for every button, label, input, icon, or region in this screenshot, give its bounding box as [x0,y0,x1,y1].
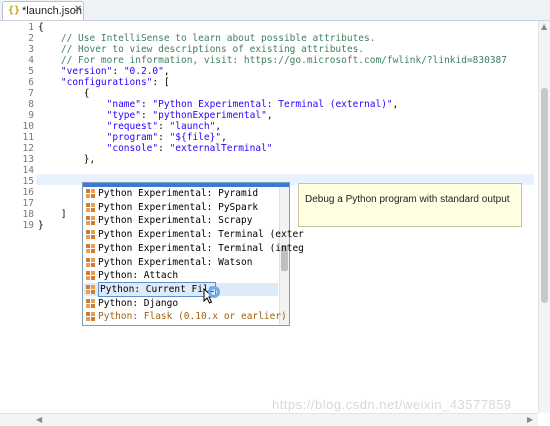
completion-item[interactable]: Python: Flask (0.10.x or earlier) [84,310,287,323]
code-line[interactable]: { [38,88,90,99]
completion-item-label: Python Experimental: Scrapy [98,215,253,227]
code-line[interactable]: } [38,220,44,231]
template-icon [86,298,95,308]
completion-item[interactable]: Python Experimental: Terminal (integ [84,242,304,255]
line-number: 14 [22,165,34,176]
line-number: 17 [22,198,34,209]
completion-item[interactable]: Python Experimental: PySpark [84,201,278,214]
tooltip-text: Debug a Python program with standard out… [305,194,510,205]
line-number: 6 [28,77,34,88]
line-number: 19 [22,220,34,231]
line-number: 11 [22,132,34,143]
line-number: 18 [22,209,34,220]
code-line[interactable]: "console": "externalTerminal" [38,143,273,154]
line-number: 10 [22,121,34,132]
tab-launch-json[interactable]: {} *launch.json ✕ [2,1,84,20]
completion-item-label: Python: Current File [98,281,217,297]
scrollbar-thumb[interactable] [541,88,548,303]
template-icon [86,243,95,253]
scroll-left-icon[interactable]: ◀ [36,415,42,424]
code-line[interactable]: "request": "launch", [38,121,221,132]
line-number: 1 [28,22,34,33]
template-icon [86,312,95,322]
code-line[interactable]: ] [38,209,67,220]
tab-label: *launch.json [22,5,82,17]
completion-item-label: Python Experimental: Terminal (exter [98,229,304,241]
line-number: 5 [28,66,34,77]
template-icon [86,284,95,294]
completion-item-label: Python Experimental: Terminal (integ [98,242,304,254]
code-line[interactable]: }, [38,154,95,165]
completion-item-label: Python: Attach [98,270,179,282]
line-number: 3 [28,44,34,55]
template-icon [86,189,95,198]
close-icon[interactable]: ✕ [74,4,82,15]
completion-item[interactable]: Python Experimental: Scrapy [84,214,278,227]
template-icon [86,271,95,281]
completion-item[interactable]: Python Experimental: Terminal (exter [84,228,304,241]
line-number: 4 [28,55,34,66]
completion-popup[interactable]: Python Experimental: Pyramid Python Exper… [82,182,304,326]
code-line[interactable]: // For more information, visit: https://… [38,55,507,66]
vertical-scrollbar[interactable]: ▲ [538,21,550,413]
code-line[interactable]: "name": "Python Experimental: Terminal (… [38,99,399,110]
line-number: 9 [28,110,34,121]
completion-description-tooltip: Debug a Python program with standard out… [298,183,522,227]
completion-item-label: Python Experimental: Pyramid [98,188,259,199]
completion-item[interactable]: Python: Django [84,297,278,310]
code-line[interactable]: // Hover to view descriptions of existin… [38,44,364,55]
line-number: 15 [22,176,34,187]
template-icon [86,216,95,226]
code-line[interactable]: "type": "pythonExperimental", [38,110,273,121]
template-icon [86,257,95,267]
template-icon [86,202,95,212]
completion-item-label: Python Experimental: PySpark [98,201,259,213]
line-number-gutter: 1 2 3 4 5 6 7 8 9 10 11 12 13 14 15 16 17 18 19 [0,21,36,411]
code-line[interactable]: "configurations": [ [38,77,170,88]
scroll-right-icon[interactable]: ▶ [527,415,533,424]
line-number: 2 [28,33,34,44]
popup-scrollbar[interactable] [279,187,289,325]
completion-item-label: Python Experimental: Watson [98,256,253,268]
line-number: 12 [22,143,34,154]
completion-item[interactable]: Python: Current File [84,281,278,297]
busy-spinner-icon [208,286,220,298]
line-number: 7 [28,88,34,99]
line-number: 13 [22,154,34,165]
line-number: 8 [28,99,34,110]
completion-item-label: Python: Django [98,297,179,309]
horizontal-scrollbar[interactable]: ◀ ▶ [0,413,538,426]
code-line[interactable]: "program": "${file}", [38,132,227,143]
line-number: 16 [22,187,34,198]
completion-item-label: Python: Flask (0.10.x or earlier) [98,311,287,323]
completion-item[interactable]: Python Experimental: Watson [84,256,278,269]
json-file-icon: {} [8,5,21,16]
watermark: https://blog.csdn.net/weixin_43577859 [272,397,512,412]
completion-item[interactable]: Python: Attach [84,269,278,282]
scroll-up-icon[interactable]: ▲ [541,22,547,31]
code-line[interactable]: // Use IntelliSense to learn about possi… [38,33,376,44]
code-line[interactable]: "version": "0.2.0", [38,66,170,77]
code-line[interactable]: { [38,22,44,33]
template-icon [86,230,95,240]
completion-item[interactable]: Python Experimental: Pyramid [84,187,278,200]
editor-tab-bar: {} *launch.json ✕ [0,0,550,21]
